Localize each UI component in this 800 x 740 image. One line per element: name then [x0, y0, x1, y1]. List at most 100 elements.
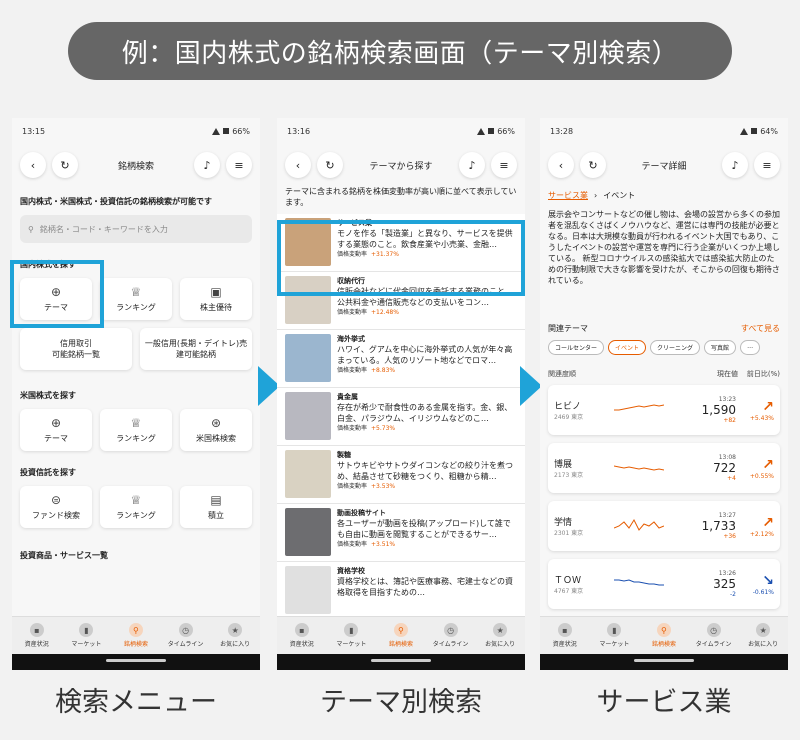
search-input[interactable]: ⚲ 銘柄名・コード・キーワードを入力	[20, 215, 252, 243]
bar-chart-icon: ▮	[344, 623, 359, 637]
stock-row[interactable]: ＴＯＷ 4767 東京 13:26 325 -2 ↘ -0.61%	[548, 559, 780, 609]
app-header: ‹ ↻ 銘柄検索 ♪ ≡	[12, 144, 260, 186]
back-icon[interactable]: ‹	[285, 152, 311, 178]
wifi-icon	[488, 128, 495, 134]
stock-row[interactable]: 学情 2301 東京 13:27 1,733 +36 ↗ +2.12%	[548, 501, 780, 551]
see-all-link[interactable]: すべて見る	[741, 323, 780, 334]
sparkline-chart	[614, 579, 664, 586]
refresh-icon[interactable]: ↻	[317, 152, 343, 178]
accumulation-button[interactable]: ▤ 積立	[180, 486, 252, 528]
sparkline-chart	[614, 465, 664, 471]
rate-label: 価格変動率	[337, 425, 368, 432]
stock-row[interactable]: 博展 2173 東京 13:08 722 +4 ↗ +0.55%	[548, 443, 780, 493]
change-percent: +5.43%	[749, 414, 774, 422]
theme-name: 海外挙式	[337, 335, 365, 343]
theme-name: 資格学校	[337, 567, 365, 575]
theme-list-item[interactable]: 海外挙式 ハワイ、グアムを中心に海外挙式の人気が年々高まっている。人気のリゾート地…	[277, 330, 525, 388]
tab-market[interactable]: ▮ マーケット	[590, 617, 640, 654]
signal-icon	[740, 127, 749, 135]
arrow-up-right-icon: ↗	[762, 456, 774, 473]
chip-cleaning[interactable]: クリーニング	[650, 340, 701, 355]
chip-event[interactable]: イベント	[608, 340, 647, 355]
status-time: 13:15	[22, 126, 46, 136]
chip-photo-studio[interactable]: 写真館	[704, 340, 737, 355]
tab-search[interactable]: ⚲ 銘柄検索	[111, 617, 161, 654]
wifi-icon	[223, 128, 230, 134]
bell-icon[interactable]: ♪	[722, 152, 748, 178]
caption-search-menu: 検索メニュー	[55, 687, 217, 718]
chip-call-center[interactable]: コールセンター	[548, 340, 605, 355]
tab-timeline[interactable]: ◷ タイムライン	[689, 617, 739, 654]
tab-favorites[interactable]: ★ お気に入り	[738, 617, 788, 654]
rate-label: 価格変動率	[337, 541, 368, 548]
change-percent: -0.61%	[752, 588, 774, 596]
tab-assets[interactable]: ▪ 資産状況	[540, 617, 590, 654]
app-header: ‹ ↻ テーマ詳細 ♪ ≡	[540, 144, 788, 186]
tab-favorites[interactable]: ★ お気に入り	[475, 617, 525, 654]
menu-icon[interactable]: ≡	[226, 152, 252, 178]
domestic-ranking-button[interactable]: ♕ ランキング	[100, 278, 172, 320]
refresh-icon[interactable]: ↻	[580, 152, 606, 178]
wallet-icon: ▪	[294, 623, 309, 637]
theme-list-item[interactable]: 製糖 サトウキビやサトウダイコンなどの絞り汁を煮つめ、結晶させて砂糖をつくり、粗糖…	[277, 446, 525, 504]
theme-rate: 価格変動率 +8.83%	[337, 366, 517, 376]
clock-icon: ◷	[443, 623, 458, 637]
theme-description: サトウキビやサトウダイコンなどの絞り汁を煮つめ、結晶させて砂糖をつくり、粗糖から…	[337, 461, 513, 481]
theme-list-item[interactable]: 貴金属 存在が希少で耐食性のある金属を指す。金、銀、白金、パラジウム、イリジウムな…	[277, 388, 525, 446]
tab-assets[interactable]: ▪ 資産状況	[277, 617, 327, 654]
rate-label: 価格変動率	[337, 483, 368, 490]
breadcrumb-parent-link[interactable]: サービス業	[548, 190, 588, 201]
theme-thumbnail	[285, 450, 331, 498]
fund-ranking-button[interactable]: ♕ ランキング	[100, 486, 172, 528]
shareholder-benefit-button[interactable]: ▣ 株主優待	[180, 278, 252, 320]
rate-value: +3.53%	[371, 483, 396, 490]
fund-search-button[interactable]: ⊜ ファンド検索	[20, 486, 92, 528]
tab-favorites[interactable]: ★ お気に入り	[210, 617, 260, 654]
price-time: 13:26	[718, 570, 736, 577]
general-margin-short-button[interactable]: 一般信用(長期・デイトレ)売建可能銘柄	[140, 328, 252, 370]
phone-search-menu: 13:15 66% ‹ ↻ 銘柄検索 ♪ ≡ 国内株式・米国株式・投資信託の銘柄…	[12, 118, 260, 670]
intro-text: 国内株式・米国株式・投資信託の銘柄検索が可能です	[20, 197, 212, 206]
nav-gesture-bar	[12, 654, 260, 670]
products-section-title: 投資商品・サービス一覧	[20, 551, 108, 560]
tab-search[interactable]: ⚲ 銘柄検索	[376, 617, 426, 654]
bell-icon[interactable]: ♪	[194, 152, 220, 178]
menu-icon[interactable]: ≡	[491, 152, 517, 178]
status-time: 13:16	[287, 126, 311, 136]
tab-timeline[interactable]: ◷ タイムライン	[426, 617, 476, 654]
stock-row[interactable]: ヒビノ 2469 東京 13:23 1,590 +82 ↗ +5.43%	[548, 385, 780, 435]
us-stock-search-button[interactable]: ⊛ 米国株検索	[180, 409, 252, 451]
theme-name: 貴金属	[337, 393, 358, 401]
wifi-icon	[751, 128, 758, 134]
back-icon[interactable]: ‹	[20, 152, 46, 178]
theme-list-item[interactable]: 動画投稿サイト 各ユーザーが動画を投稿(アップロード)して誰でも自由に動画を閲覧す…	[277, 504, 525, 562]
phone-theme-search: 13:16 66% ‹ ↻ テーマから探す ♪ ≡ テーマに含まれる銘柄を株価変…	[277, 118, 525, 670]
battery-level: 66%	[497, 126, 515, 136]
refresh-icon[interactable]: ↻	[52, 152, 78, 178]
stock-list: ヒビノ 2469 東京 13:23 1,590 +82 ↗ +5.43% 博展 2173 東京 1…	[540, 385, 788, 609]
price-diff: -2	[730, 591, 736, 598]
tab-timeline[interactable]: ◷ タイムライン	[161, 617, 211, 654]
us-ranking-button[interactable]: ♕ ランキング	[100, 409, 172, 451]
us-theme-button[interactable]: ⊕ テーマ	[20, 409, 92, 451]
nav-gesture-bar	[540, 654, 788, 670]
sparkline-chart	[614, 404, 664, 411]
theme-list-item[interactable]: 資格学校 資格学校とは、簿記や医療事務、宅建士などの資格取得を目指すための…	[277, 562, 525, 620]
page-banner: 例：国内株式の銘柄検索画面（テーマ別検索）	[68, 22, 732, 80]
tab-market[interactable]: ▮ マーケット	[62, 617, 112, 654]
star-icon: ★	[493, 623, 508, 637]
tab-market[interactable]: ▮ マーケット	[327, 617, 377, 654]
back-icon[interactable]: ‹	[548, 152, 574, 178]
tab-assets[interactable]: ▪ 資産状況	[12, 617, 62, 654]
theme-rate: 価格変動率 +5.73%	[337, 424, 517, 434]
sort-relevance[interactable]: 関連度順	[548, 369, 688, 379]
tab-search[interactable]: ⚲ 銘柄検索	[639, 617, 689, 654]
menu-icon[interactable]: ≡	[754, 152, 780, 178]
bell-icon[interactable]: ♪	[459, 152, 485, 178]
chevron-right-icon: ›	[594, 191, 598, 200]
stock-name: 学情	[554, 518, 573, 528]
margin-trading-list-button[interactable]: 信用取引 可能銘柄一覧	[20, 328, 132, 370]
rate-value: +3.51%	[371, 541, 396, 548]
chip-more[interactable]: …	[740, 340, 761, 355]
stock-price: 1,590	[701, 403, 736, 417]
